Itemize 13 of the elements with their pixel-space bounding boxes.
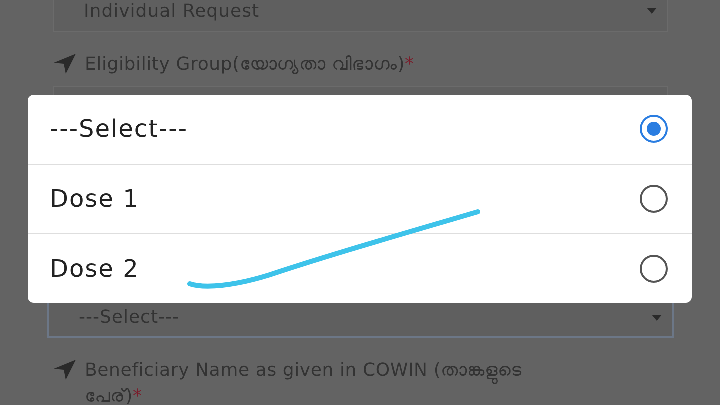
option-row[interactable]: Dose 2 xyxy=(28,233,692,304)
radio-button[interactable] xyxy=(640,185,668,213)
navigation-icon xyxy=(53,359,77,381)
option-label: ---Select--- xyxy=(50,115,188,144)
radio-button[interactable] xyxy=(640,254,668,283)
option-label: Dose 2 xyxy=(50,254,140,283)
option-row[interactable]: ---Select--- xyxy=(28,95,692,164)
radio-button[interactable] xyxy=(640,115,668,144)
option-row[interactable]: Dose 1 xyxy=(28,164,692,234)
navigation-icon xyxy=(53,53,77,75)
caret-icon xyxy=(652,315,662,321)
option-label: Dose 1 xyxy=(50,185,140,213)
caret-icon xyxy=(647,8,657,14)
